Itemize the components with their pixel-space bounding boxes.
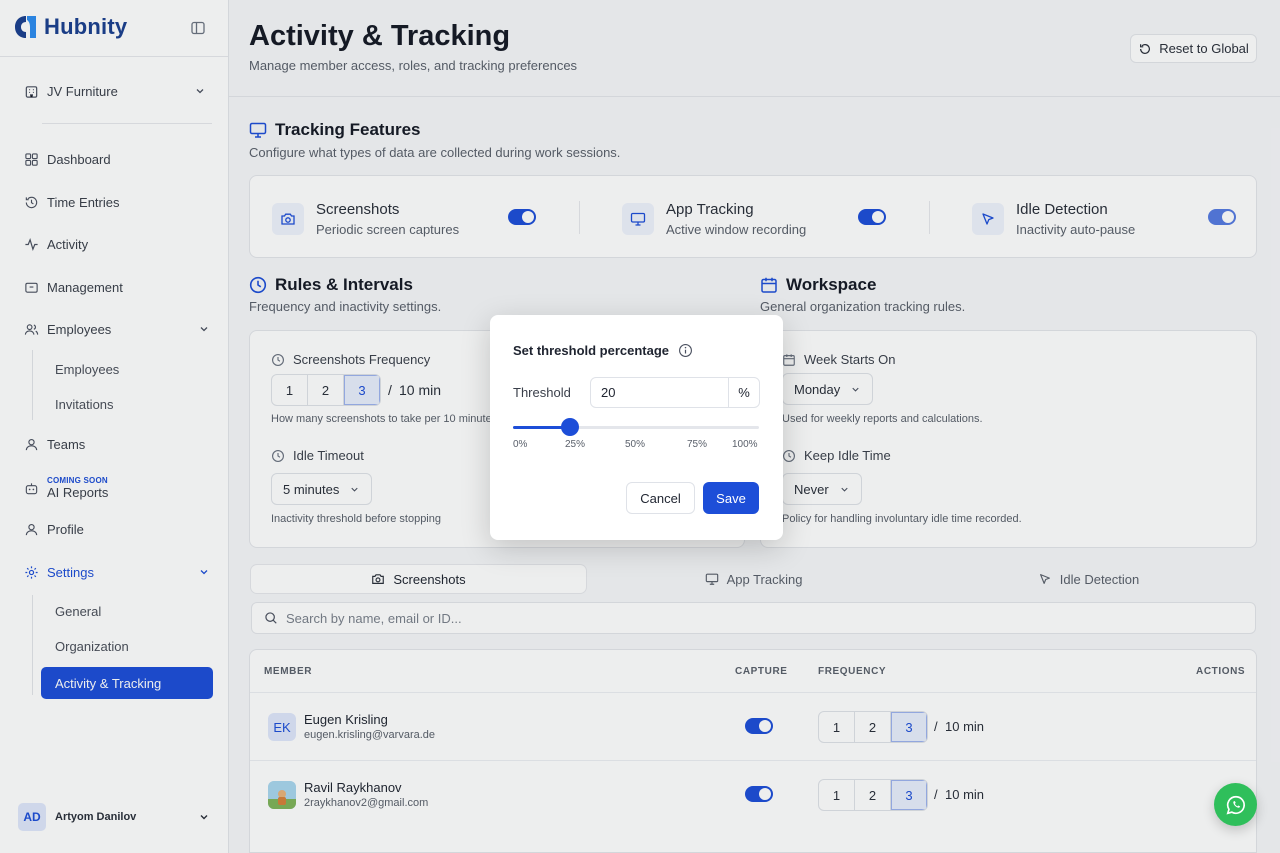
- modal-title-text: Set threshold percentage: [513, 343, 670, 358]
- modal-title: Set threshold percentage: [513, 343, 693, 358]
- info-icon[interactable]: [678, 343, 693, 358]
- save-button[interactable]: Save: [703, 482, 759, 514]
- chat-button[interactable]: [1214, 783, 1257, 826]
- whatsapp-icon: [1226, 795, 1245, 814]
- threshold-value[interactable]: 20: [591, 378, 729, 407]
- slider-ticks: 0% 25% 50% 75% 100%: [513, 439, 759, 453]
- cancel-button[interactable]: Cancel: [626, 482, 695, 514]
- slider-tick: 0%: [513, 439, 528, 450]
- slider-tick: 75%: [687, 439, 708, 450]
- threshold-input[interactable]: 20 %: [590, 377, 760, 408]
- threshold-unit: %: [738, 385, 750, 400]
- threshold-modal: Set threshold percentage Threshold 20 % …: [490, 315, 783, 540]
- slider-tick: 25%: [565, 439, 586, 450]
- threshold-slider[interactable]: [513, 418, 759, 436]
- threshold-label: Threshold: [513, 385, 571, 400]
- slider-tick: 50%: [625, 439, 646, 450]
- slider-handle[interactable]: [560, 418, 579, 436]
- slider-tick: 100%: [732, 439, 758, 450]
